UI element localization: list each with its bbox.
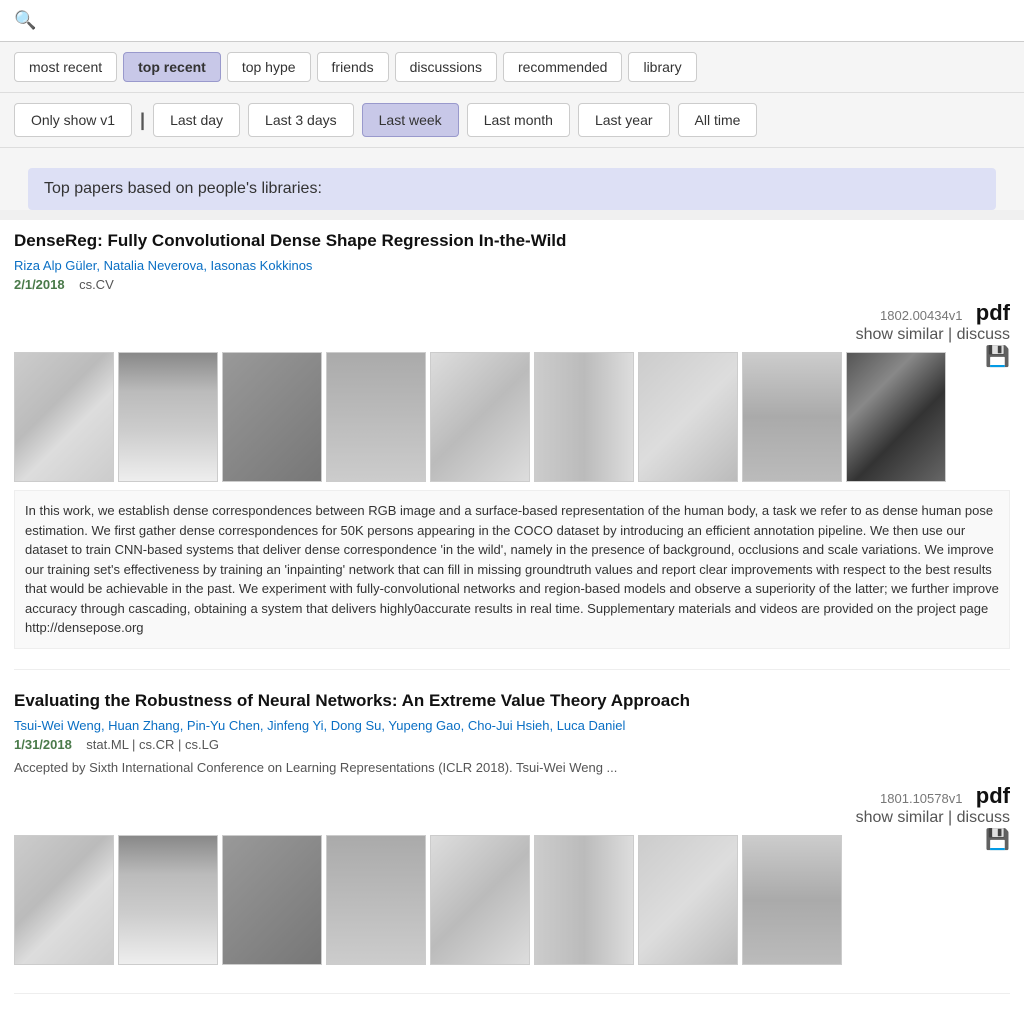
paper-2-thumb-5 [534, 835, 634, 965]
paper-2-thumb-6 [638, 835, 738, 965]
tab-most-recent[interactable]: most recent [14, 52, 117, 82]
last-3-days-button[interactable]: Last 3 days [248, 103, 354, 137]
paper-1-pdf-link[interactable]: pdf [976, 300, 1010, 325]
paper-1-thumb-5 [534, 352, 634, 482]
paper-2-thumbnails [14, 835, 985, 965]
tab-recommended[interactable]: recommended [503, 52, 623, 82]
paper-1-thumb-2 [222, 352, 322, 482]
banner-text: Top papers based on people's libraries: [44, 180, 322, 197]
nav-tabs: most recent top recent top hype friends … [0, 42, 1024, 93]
paper-2-thumb-1 [118, 835, 218, 965]
tab-top-recent[interactable]: top recent [123, 52, 221, 82]
paper-1-thumb-6 [638, 352, 738, 482]
paper-2-thumb-2 [222, 835, 322, 965]
search-input[interactable] [44, 12, 1010, 30]
last-day-button[interactable]: Last day [153, 103, 240, 137]
paper-1-thumb-8 [846, 352, 946, 482]
paper-2-meta: 1/31/2018 stat.ML | cs.CR | cs.LG [14, 737, 1010, 752]
paper-1-thumb-7 [742, 352, 842, 482]
banner: Top papers based on people's libraries: [28, 168, 996, 210]
paper-2-thumb-3 [326, 835, 426, 965]
paper-2-thumb-4 [430, 835, 530, 965]
last-month-button[interactable]: Last month [467, 103, 570, 137]
paper-1-discuss[interactable]: discuss [957, 326, 1010, 343]
main-content: DenseReg: Fully Convolutional Dense Shap… [0, 220, 1024, 1034]
paper-2-show-similar[interactable]: show similar [856, 809, 944, 826]
paper-1-thumbnails [14, 352, 985, 482]
tab-friends[interactable]: friends [317, 52, 389, 82]
last-year-button[interactable]: Last year [578, 103, 670, 137]
paper-2-thumb-0 [14, 835, 114, 965]
paper-1-actions: 1802.00434v1 pdf show similar | discuss … [14, 300, 1010, 344]
paper-1-title[interactable]: DenseReg: Fully Convolutional Dense Shap… [14, 230, 1010, 252]
paper-2: Evaluating the Robustness of Neural Netw… [14, 690, 1010, 994]
search-bar: 🔍 [0, 0, 1024, 42]
paper-1-show-similar[interactable]: show similar [856, 326, 944, 343]
paper-1-thumb-1 [118, 352, 218, 482]
paper-2-authors[interactable]: Tsui-Wei Weng, Huan Zhang, Pin-Yu Chen, … [14, 718, 1010, 733]
search-icon: 🔍 [14, 10, 36, 31]
last-week-button[interactable]: Last week [362, 103, 459, 137]
paper-2-pdf-link[interactable]: pdf [976, 783, 1010, 808]
paper-1-save-icon[interactable]: 💾 [985, 344, 1010, 369]
paper-1: DenseReg: Fully Convolutional Dense Shap… [14, 230, 1010, 670]
paper-1-authors[interactable]: Riza Alp Güler, Natalia Neverova, Iasona… [14, 258, 1010, 273]
paper-1-category: cs.CV [79, 277, 114, 292]
paper-1-date: 2/1/2018 [14, 277, 65, 292]
time-separator: | [140, 110, 145, 131]
paper-2-version: 1801.10578v1 [880, 791, 962, 806]
paper-1-thumb-4 [430, 352, 530, 482]
paper-2-discuss[interactable]: discuss [957, 809, 1010, 826]
paper-1-thumb-3 [326, 352, 426, 482]
tab-top-hype[interactable]: top hype [227, 52, 311, 82]
paper-2-title[interactable]: Evaluating the Robustness of Neural Netw… [14, 690, 1010, 712]
paper-2-save-icon[interactable]: 💾 [985, 827, 1010, 852]
time-filter-bar: Only show v1 | Last day Last 3 days Last… [0, 93, 1024, 148]
paper-1-thumb-0 [14, 352, 114, 482]
paper-2-date: 1/31/2018 [14, 737, 72, 752]
paper-2-accepted: Accepted by Sixth International Conferen… [14, 760, 1010, 775]
paper-1-meta: 2/1/2018 cs.CV [14, 277, 1010, 292]
paper-2-category: stat.ML | cs.CR | cs.LG [86, 737, 219, 752]
paper-1-abstract: In this work, we establish dense corresp… [14, 490, 1010, 649]
paper-1-version: 1802.00434v1 [880, 308, 962, 323]
all-time-button[interactable]: All time [678, 103, 758, 137]
show-v1-button[interactable]: Only show v1 [14, 103, 132, 137]
paper-2-thumb-7 [742, 835, 842, 965]
tab-discussions[interactable]: discussions [395, 52, 497, 82]
paper-2-actions: 1801.10578v1 pdf show similar | discuss … [14, 783, 1010, 827]
tab-library[interactable]: library [628, 52, 696, 82]
